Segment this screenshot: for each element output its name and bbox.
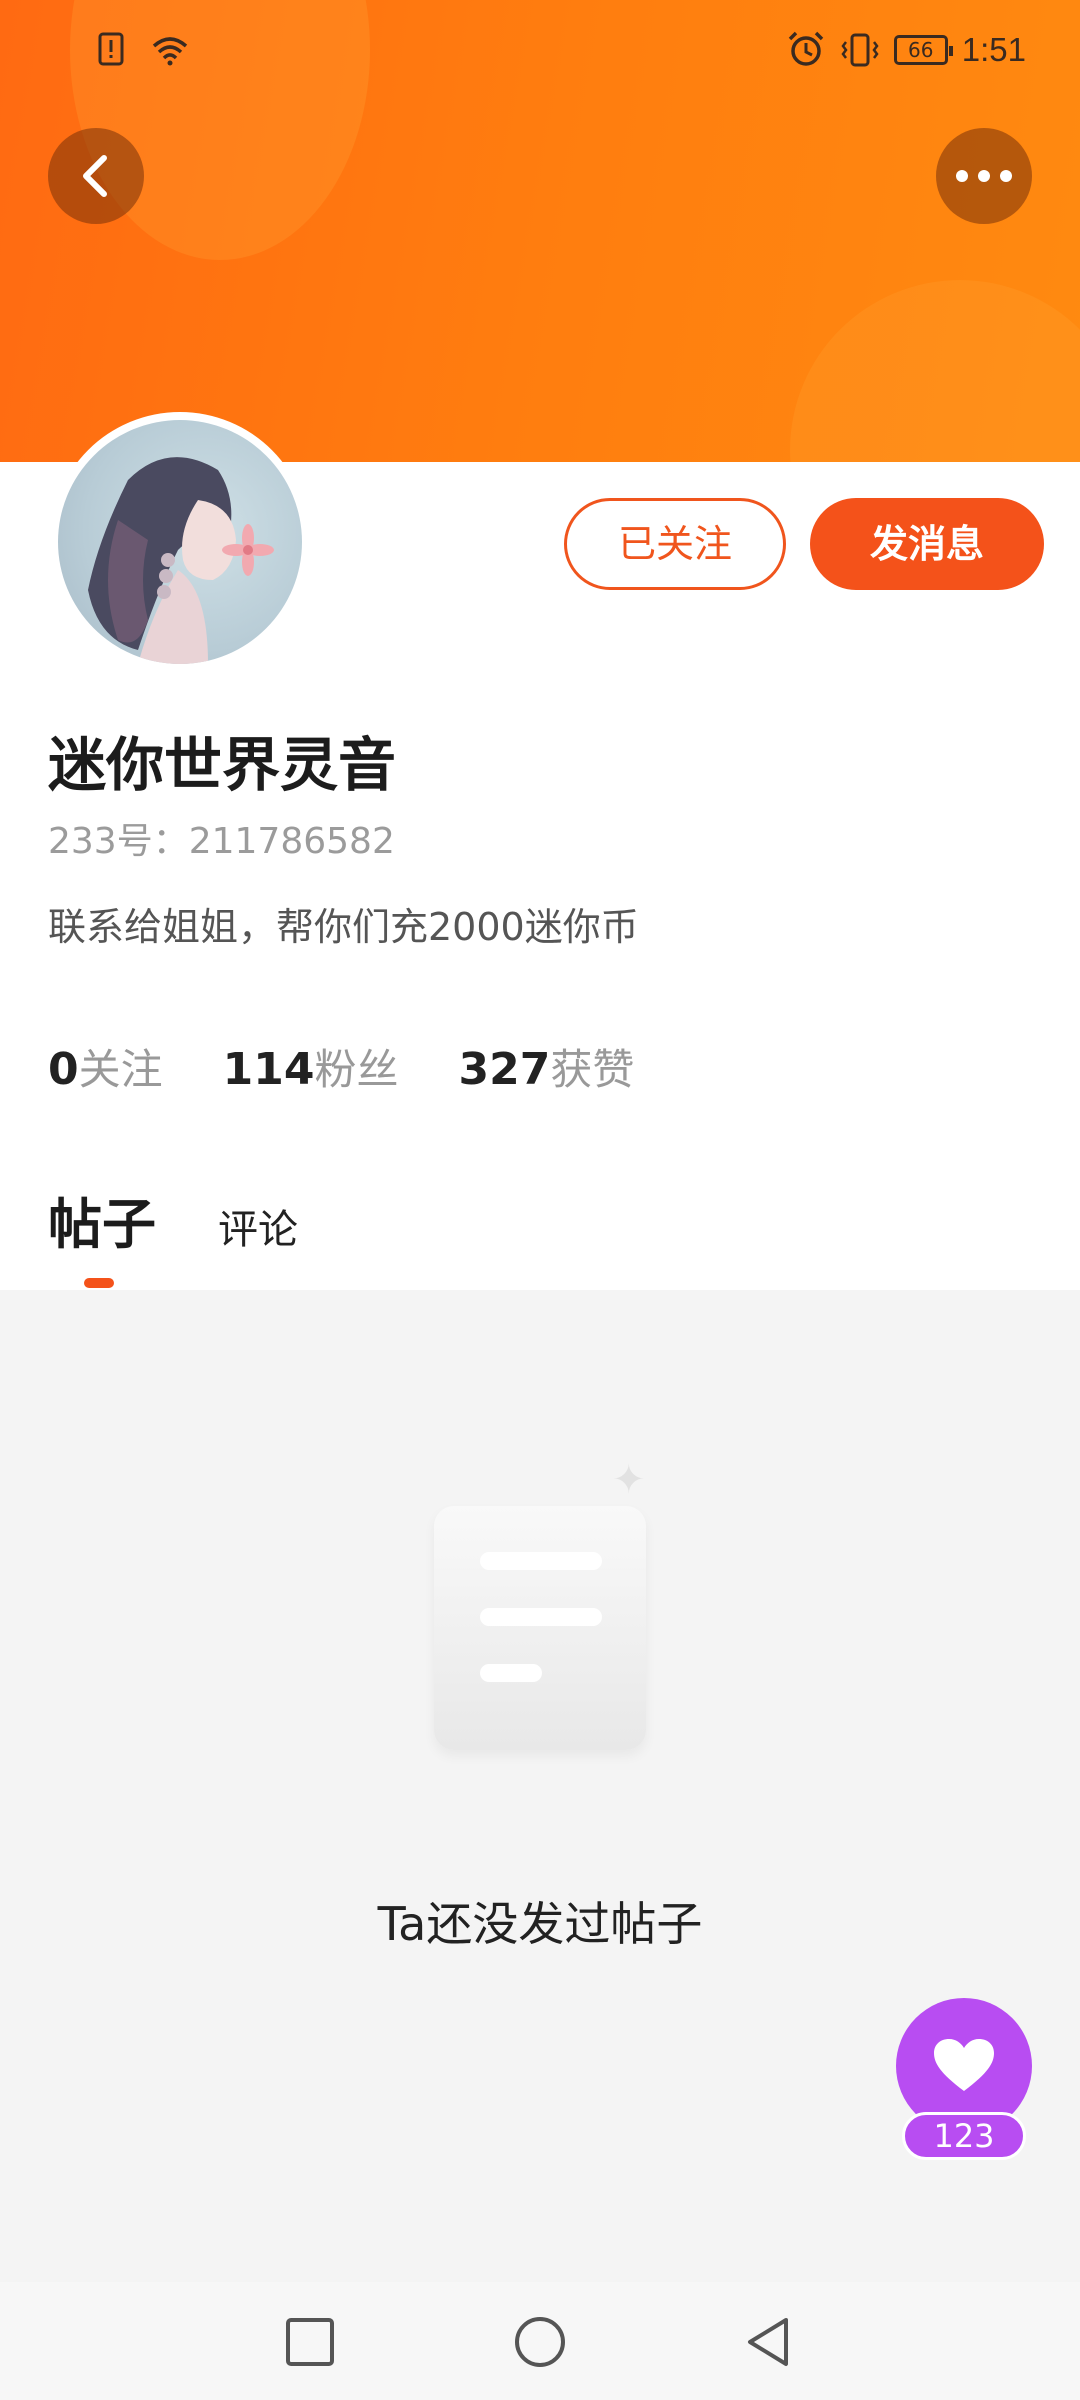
stat-number: 114 — [222, 1044, 315, 1095]
status-time: 1:51 — [961, 31, 1026, 68]
stat-label: 粉丝 — [314, 1045, 399, 1094]
stat-likes: 327 获赞 — [459, 1036, 635, 1097]
banner-decoration — [790, 280, 1080, 462]
profile-uid: 233号：211786582 — [48, 821, 395, 862]
wifi-icon — [152, 37, 188, 66]
more-dots-icon — [956, 170, 1012, 182]
empty-document-icon — [434, 1506, 646, 1750]
profile-bio: 联系给姐姐，帮你们充2000迷你币 — [48, 905, 639, 949]
battery-icon: 66 — [893, 35, 953, 65]
avatar-image — [58, 420, 302, 664]
tab-comments[interactable]: 评论 — [218, 1197, 298, 1255]
vibrate-icon — [841, 33, 879, 67]
avatar[interactable] — [50, 412, 310, 672]
empty-state-text: Ta还没发过帖子 — [377, 1897, 703, 1951]
home-icon[interactable] — [512, 2314, 568, 2370]
tab-indicator — [84, 1278, 114, 1288]
status-bar: 66 1:51 — [0, 0, 1080, 100]
stat-label: 关注 — [78, 1045, 163, 1094]
heart-icon — [934, 2039, 994, 2091]
system-nav-bar — [0, 2282, 1080, 2400]
content-tabs: 帖子 评论 — [48, 1180, 298, 1259]
stat-number: 0 — [48, 1044, 79, 1095]
tab-posts[interactable]: 帖子 — [48, 1180, 156, 1259]
chevron-left-icon — [83, 155, 107, 197]
like-count: 123 — [902, 2112, 1026, 2160]
profile-name: 迷你世界灵音 — [48, 731, 397, 799]
stat-label: 获赞 — [550, 1045, 635, 1094]
sparkle-icon: ✦ — [612, 1457, 646, 1503]
alarm-icon — [788, 31, 824, 66]
followed-button[interactable]: 已关注 — [564, 498, 786, 590]
more-button[interactable] — [936, 128, 1032, 224]
profile-stats: 0 关注 114 粉丝 327 获赞 — [48, 1036, 634, 1097]
recent-apps-icon[interactable] — [282, 2314, 338, 2370]
sim-alert-icon — [98, 32, 124, 66]
stat-following[interactable]: 0 关注 — [48, 1036, 163, 1097]
send-message-button[interactable]: 发消息 — [810, 498, 1044, 590]
stat-number: 327 — [458, 1044, 551, 1095]
back-button[interactable] — [48, 128, 144, 224]
stat-followers[interactable]: 114 粉丝 — [223, 1036, 399, 1097]
back-icon[interactable] — [740, 2314, 796, 2370]
